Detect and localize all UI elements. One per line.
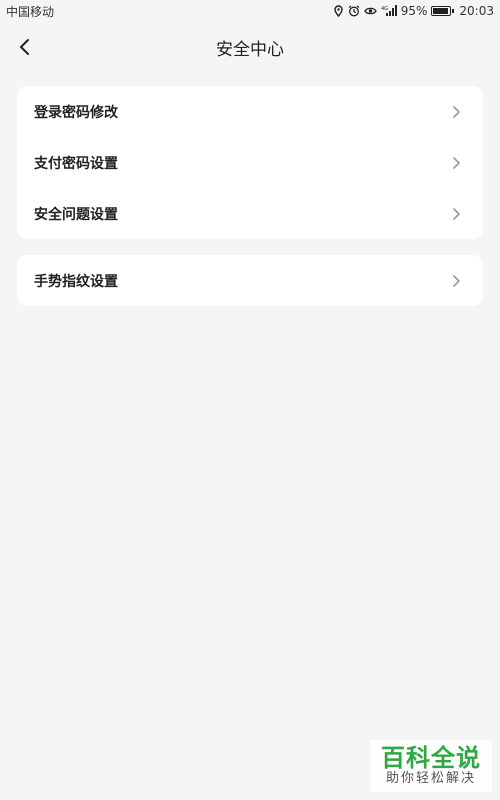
battery-icon	[431, 6, 455, 16]
chevron-right-icon	[451, 274, 461, 288]
gesture-fingerprint-setting-item[interactable]: 手势指纹设置	[17, 255, 483, 306]
status-bar: 中国移动 4G 95% 20:03	[0, 0, 500, 22]
watermark-logo: 百科全说 助你轻松解决	[370, 740, 492, 792]
clock-time: 20:03	[459, 4, 494, 18]
payment-password-setting-item[interactable]: 支付密码设置	[17, 137, 483, 188]
location-icon	[333, 5, 344, 17]
header: 安全中心	[0, 22, 500, 72]
list-item-label: 手势指纹设置	[34, 273, 118, 290]
svg-text:4G: 4G	[381, 6, 388, 12]
chevron-right-icon	[451, 156, 461, 170]
status-icons: 4G 95% 20:03	[333, 4, 494, 18]
carrier-label: 中国移动	[6, 4, 55, 19]
security-settings-group-2: 手势指纹设置	[17, 255, 483, 306]
chevron-left-icon	[18, 38, 30, 56]
signal-4g-icon: 4G	[381, 5, 397, 17]
security-question-setting-item[interactable]: 安全问题设置	[17, 188, 483, 239]
alarm-icon	[348, 5, 360, 17]
battery-percent: 95%	[400, 4, 428, 18]
chevron-right-icon	[451, 105, 461, 119]
page-title: 安全中心	[216, 39, 284, 60]
watermark-sub-text: 助你轻松解决	[385, 771, 476, 786]
security-settings-group-1: 登录密码修改 支付密码设置 安全问题设置	[17, 86, 483, 239]
back-button[interactable]	[10, 33, 38, 61]
list-item-label: 支付密码设置	[34, 155, 118, 172]
watermark-main-text: 百科全说	[381, 744, 481, 772]
list-item-label: 登录密码修改	[34, 104, 118, 121]
chevron-right-icon	[451, 207, 461, 221]
login-password-change-item[interactable]: 登录密码修改	[17, 86, 483, 137]
battery-level-fill	[433, 8, 448, 14]
eye-icon	[363, 6, 377, 16]
list-item-label: 安全问题设置	[34, 206, 118, 223]
